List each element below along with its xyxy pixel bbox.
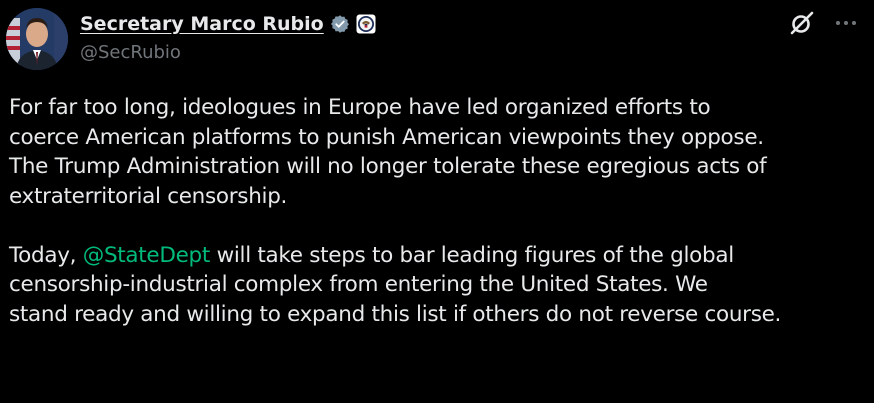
avatar[interactable]: [6, 8, 68, 70]
post-header: Secretary Marco Rubio @SecRubio: [80, 9, 376, 63]
post-line: For far too long, ideologues in Europe h…: [9, 95, 711, 120]
more-options-icon[interactable]: [834, 12, 858, 34]
post-paragraph-2: Today, @StateDept will take steps to bar…: [9, 241, 869, 330]
post-line: Today, @StateDept will take steps to bar…: [9, 241, 869, 271]
state-department-seal-icon[interactable]: [356, 14, 376, 34]
post: Secretary Marco Rubio @SecRubio For far …: [0, 0, 874, 403]
post-line: censorship-industrial complex from enter…: [9, 272, 708, 297]
post-text-segment: will take steps to bar leading figures o…: [210, 242, 735, 268]
verified-badge-icon: [330, 14, 350, 34]
post-line: coerce American platforms to punish Amer…: [9, 124, 764, 150]
grok-icon[interactable]: [788, 9, 816, 37]
post-text-segment: Today,: [9, 242, 83, 268]
mention-link-statedept[interactable]: @StateDept: [83, 243, 211, 268]
post-line: The Trump Administration will no longer …: [9, 154, 767, 179]
author-handle[interactable]: @SecRubio: [80, 42, 376, 63]
post-line: extraterritorial censorship.: [9, 183, 288, 209]
author-display-name[interactable]: Secretary Marco Rubio: [80, 13, 324, 35]
post-text: For far too long, ideologues in Europe h…: [9, 93, 869, 329]
name-row: Secretary Marco Rubio: [80, 9, 376, 39]
post-line: stand ready and willing to expand this l…: [9, 301, 782, 327]
post-paragraph-1: For far too long, ideologues in Europe h…: [9, 93, 869, 211]
